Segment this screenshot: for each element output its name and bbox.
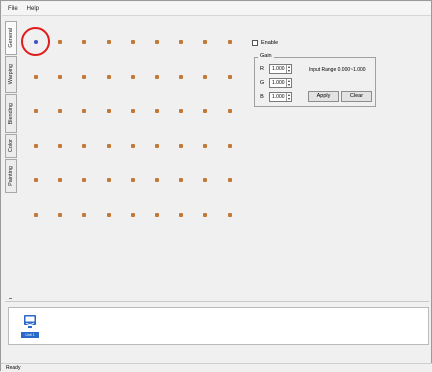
tab-color[interactable]: Color bbox=[5, 134, 17, 158]
control-point[interactable] bbox=[82, 178, 87, 182]
control-point[interactable] bbox=[82, 40, 87, 44]
enable-label: Enable bbox=[261, 40, 279, 46]
divider-mark bbox=[9, 298, 12, 299]
control-point[interactable] bbox=[203, 109, 208, 113]
vertical-tabs: General Warping Blending Color Painting bbox=[5, 21, 17, 203]
app-window: File Help General Warping Blending Color… bbox=[0, 0, 432, 372]
control-point[interactable] bbox=[227, 109, 232, 113]
channel-label-r: R bbox=[260, 66, 264, 72]
control-point[interactable] bbox=[106, 109, 111, 113]
control-point[interactable] bbox=[58, 74, 63, 79]
control-point[interactable] bbox=[227, 212, 232, 217]
control-point[interactable] bbox=[155, 74, 159, 79]
channel-label-b: B bbox=[260, 94, 264, 100]
control-point[interactable] bbox=[227, 40, 232, 44]
control-point[interactable] bbox=[203, 74, 208, 79]
device-panel: Unit 1 bbox=[8, 307, 429, 345]
control-point[interactable] bbox=[227, 178, 232, 182]
control-point[interactable] bbox=[34, 178, 38, 182]
control-point[interactable] bbox=[227, 143, 232, 148]
control-point[interactable] bbox=[203, 212, 208, 217]
control-point[interactable] bbox=[130, 178, 135, 182]
gain-row-r: R 1.000 ▲ ▼ bbox=[259, 64, 292, 74]
control-point[interactable] bbox=[179, 74, 184, 79]
control-point[interactable] bbox=[203, 40, 208, 44]
control-point[interactable] bbox=[203, 178, 208, 182]
apply-button[interactable]: Apply bbox=[308, 91, 339, 102]
control-point[interactable] bbox=[58, 143, 63, 148]
control-point[interactable] bbox=[58, 178, 63, 182]
control-point[interactable] bbox=[130, 143, 135, 148]
control-point[interactable] bbox=[82, 143, 87, 148]
control-point[interactable] bbox=[130, 74, 135, 79]
control-point[interactable] bbox=[179, 212, 184, 217]
menu-file[interactable]: File bbox=[8, 6, 18, 12]
control-point[interactable] bbox=[106, 178, 111, 182]
control-point[interactable] bbox=[34, 143, 38, 148]
tab-blending[interactable]: Blending bbox=[5, 94, 17, 133]
control-point[interactable] bbox=[82, 212, 87, 217]
control-point[interactable] bbox=[179, 178, 184, 182]
control-point[interactable] bbox=[106, 74, 111, 79]
device-label[interactable]: Unit 1 bbox=[21, 332, 39, 338]
clear-button[interactable]: Clear bbox=[341, 91, 372, 102]
monitor-icon[interactable] bbox=[23, 313, 37, 333]
control-point[interactable] bbox=[82, 74, 87, 79]
enable-checkbox[interactable]: Enable bbox=[252, 40, 278, 46]
splitter[interactable] bbox=[5, 301, 429, 302]
control-point[interactable] bbox=[227, 74, 232, 79]
control-point[interactable] bbox=[155, 109, 159, 113]
tab-general[interactable]: General bbox=[5, 21, 17, 55]
control-point[interactable] bbox=[58, 212, 63, 217]
gain-r-spinbox[interactable]: 1.000 ▲ ▼ bbox=[269, 64, 292, 74]
control-point[interactable] bbox=[179, 109, 184, 113]
control-point[interactable] bbox=[106, 143, 111, 148]
gain-group: Gain R 1.000 ▲ ▼ G 1.000 ▲ ▼ B 1.000 ▲ ▼ Input… bbox=[254, 53, 376, 107]
control-point[interactable] bbox=[82, 109, 87, 113]
control-point[interactable] bbox=[179, 40, 184, 44]
control-point[interactable] bbox=[155, 178, 159, 182]
control-point[interactable] bbox=[58, 40, 63, 44]
spin-arrows-icon[interactable]: ▲ ▼ bbox=[286, 79, 291, 87]
menu-bar: File Help bbox=[2, 2, 431, 16]
tab-painting[interactable]: Painting bbox=[5, 159, 17, 193]
control-point[interactable] bbox=[155, 40, 159, 44]
control-point[interactable] bbox=[179, 143, 184, 148]
control-point[interactable] bbox=[130, 212, 135, 217]
tab-warping[interactable]: Warping bbox=[5, 56, 17, 93]
gain-b-spinbox[interactable]: 1.000 ▲ ▼ bbox=[269, 92, 292, 102]
gain-legend: Gain bbox=[258, 53, 274, 59]
input-range-text: Input Range 0.000~1.000 bbox=[309, 67, 366, 73]
control-point[interactable] bbox=[130, 40, 135, 44]
spin-arrows-icon[interactable]: ▲ ▼ bbox=[286, 65, 291, 73]
spin-arrows-icon[interactable]: ▲ ▼ bbox=[286, 93, 291, 101]
menu-help[interactable]: Help bbox=[27, 6, 39, 12]
gain-row-g: G 1.000 ▲ ▼ bbox=[259, 78, 292, 88]
selection-highlight-circle bbox=[21, 27, 50, 56]
gain-row-b: B 1.000 ▲ ▼ bbox=[259, 92, 292, 102]
control-point[interactable] bbox=[58, 109, 63, 113]
control-point[interactable] bbox=[34, 212, 38, 217]
control-point[interactable] bbox=[130, 109, 135, 113]
channel-label-g: G bbox=[259, 80, 265, 86]
control-point[interactable] bbox=[155, 212, 159, 217]
control-point[interactable] bbox=[106, 40, 111, 44]
control-point[interactable] bbox=[34, 74, 38, 79]
control-point[interactable] bbox=[155, 143, 159, 148]
control-point[interactable] bbox=[34, 109, 38, 113]
gain-g-spinbox[interactable]: 1.000 ▲ ▼ bbox=[269, 78, 292, 88]
checkbox-box[interactable] bbox=[252, 40, 258, 46]
control-point[interactable] bbox=[203, 143, 208, 148]
control-point[interactable] bbox=[106, 212, 111, 217]
